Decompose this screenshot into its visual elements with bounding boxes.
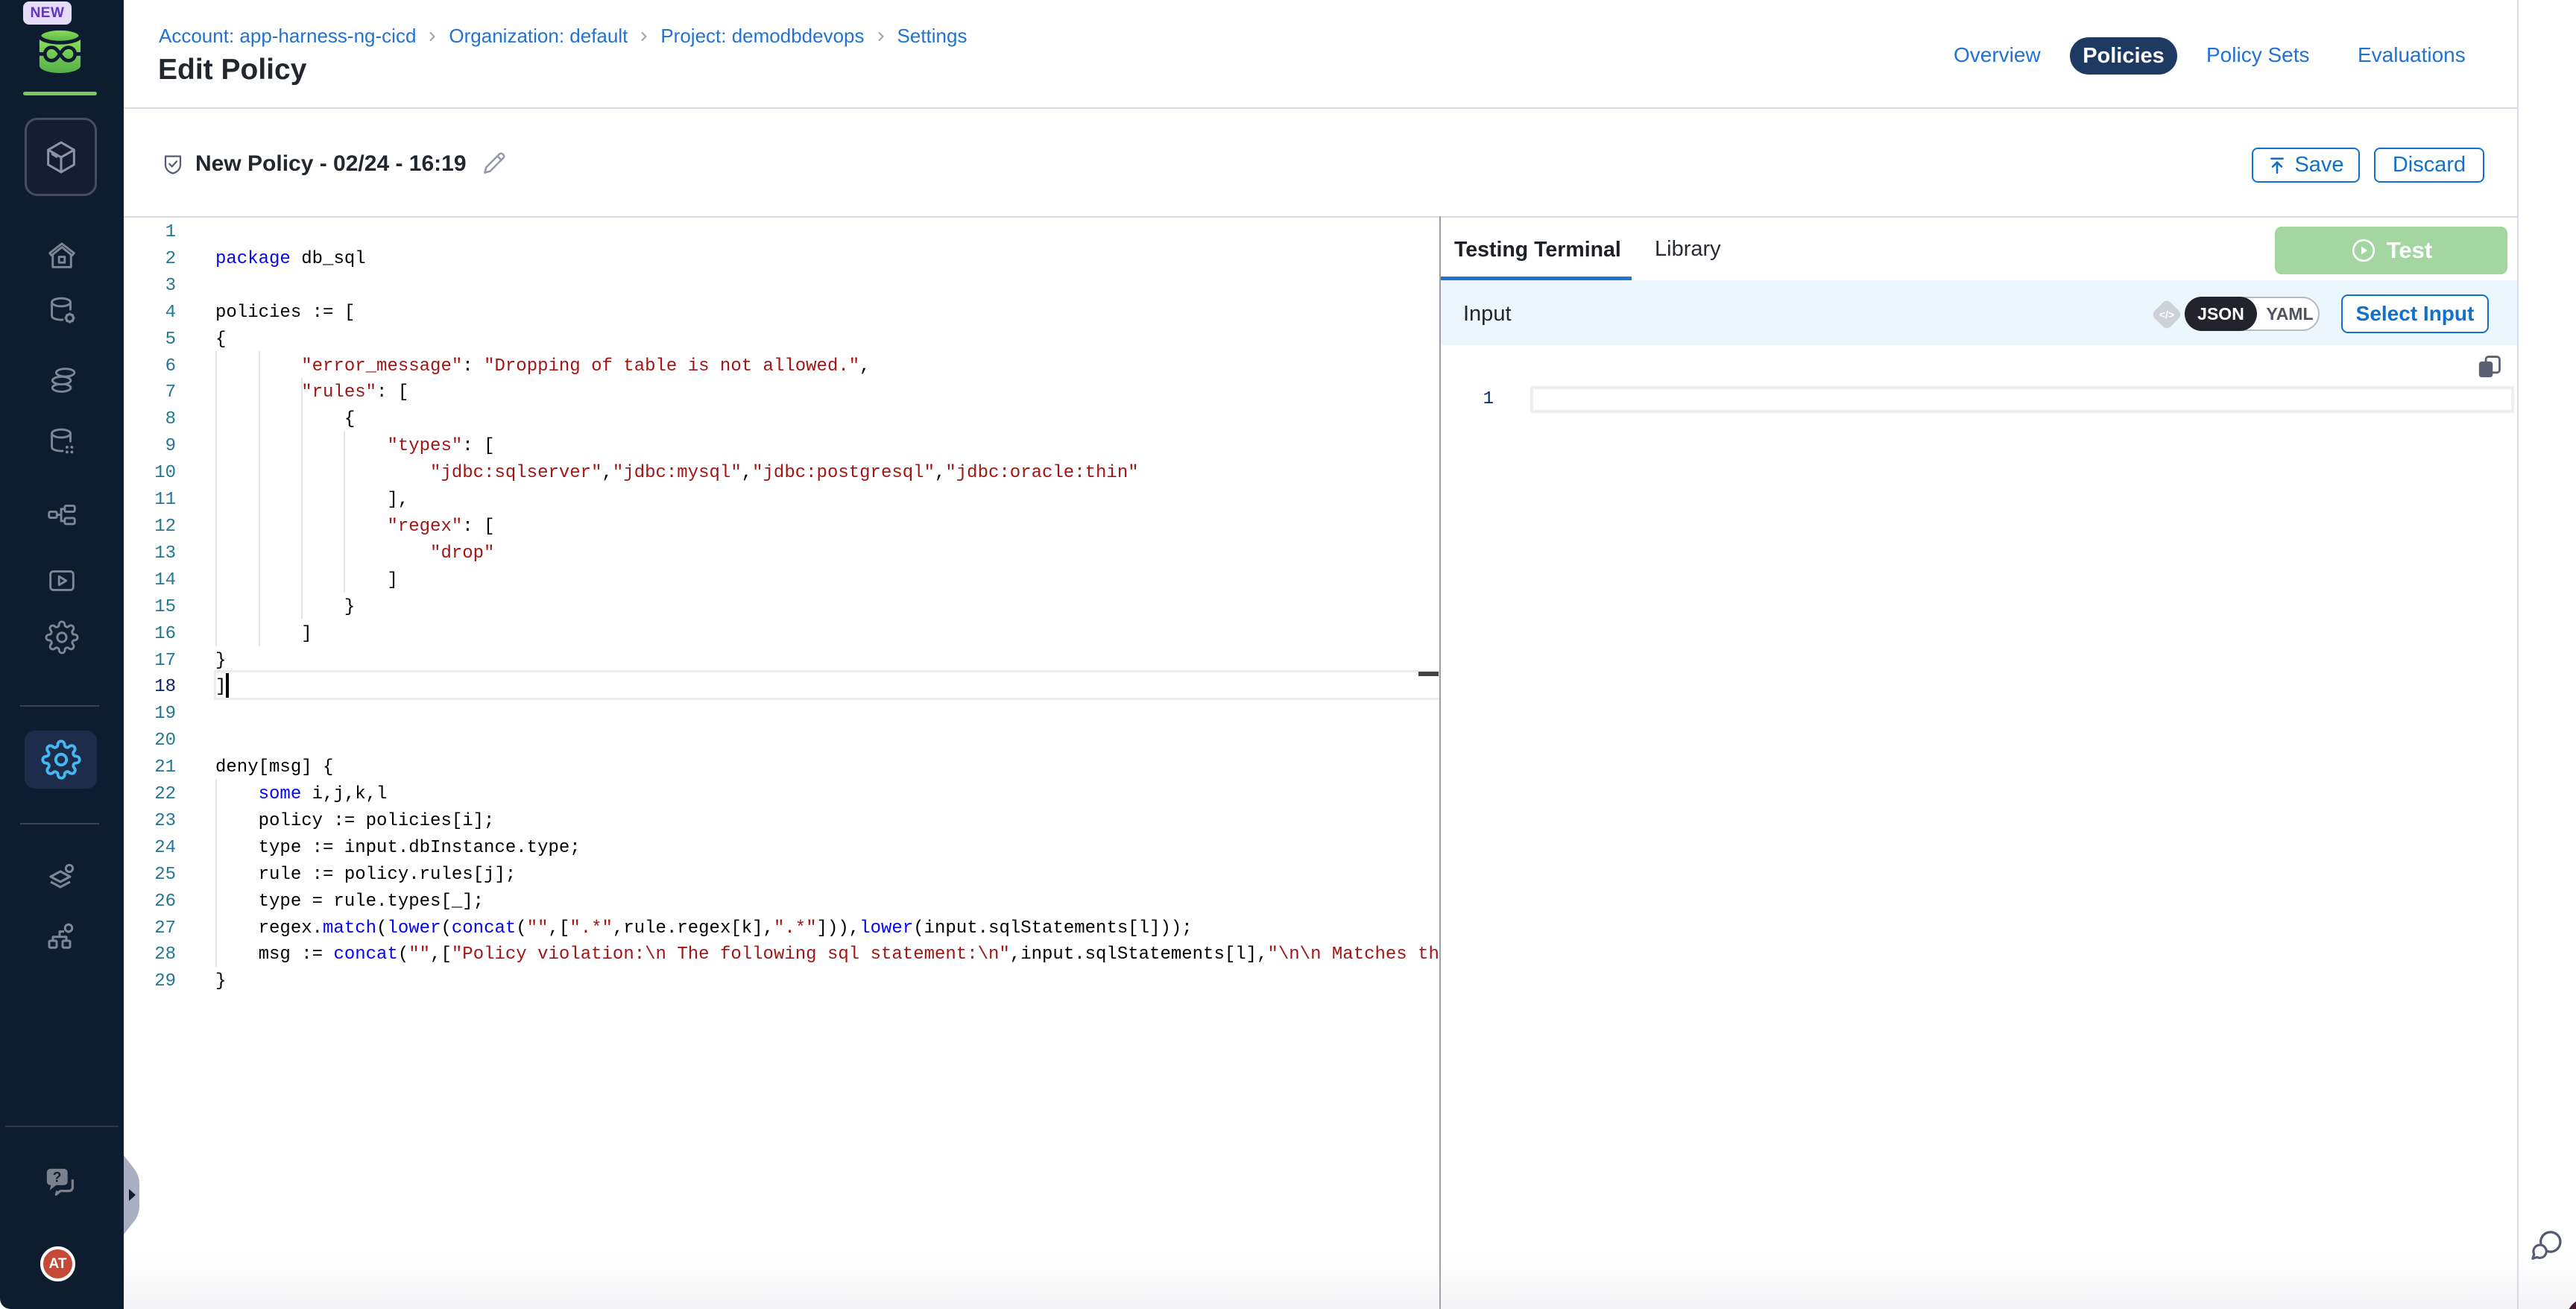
svg-text:?: ? — [53, 1170, 62, 1186]
